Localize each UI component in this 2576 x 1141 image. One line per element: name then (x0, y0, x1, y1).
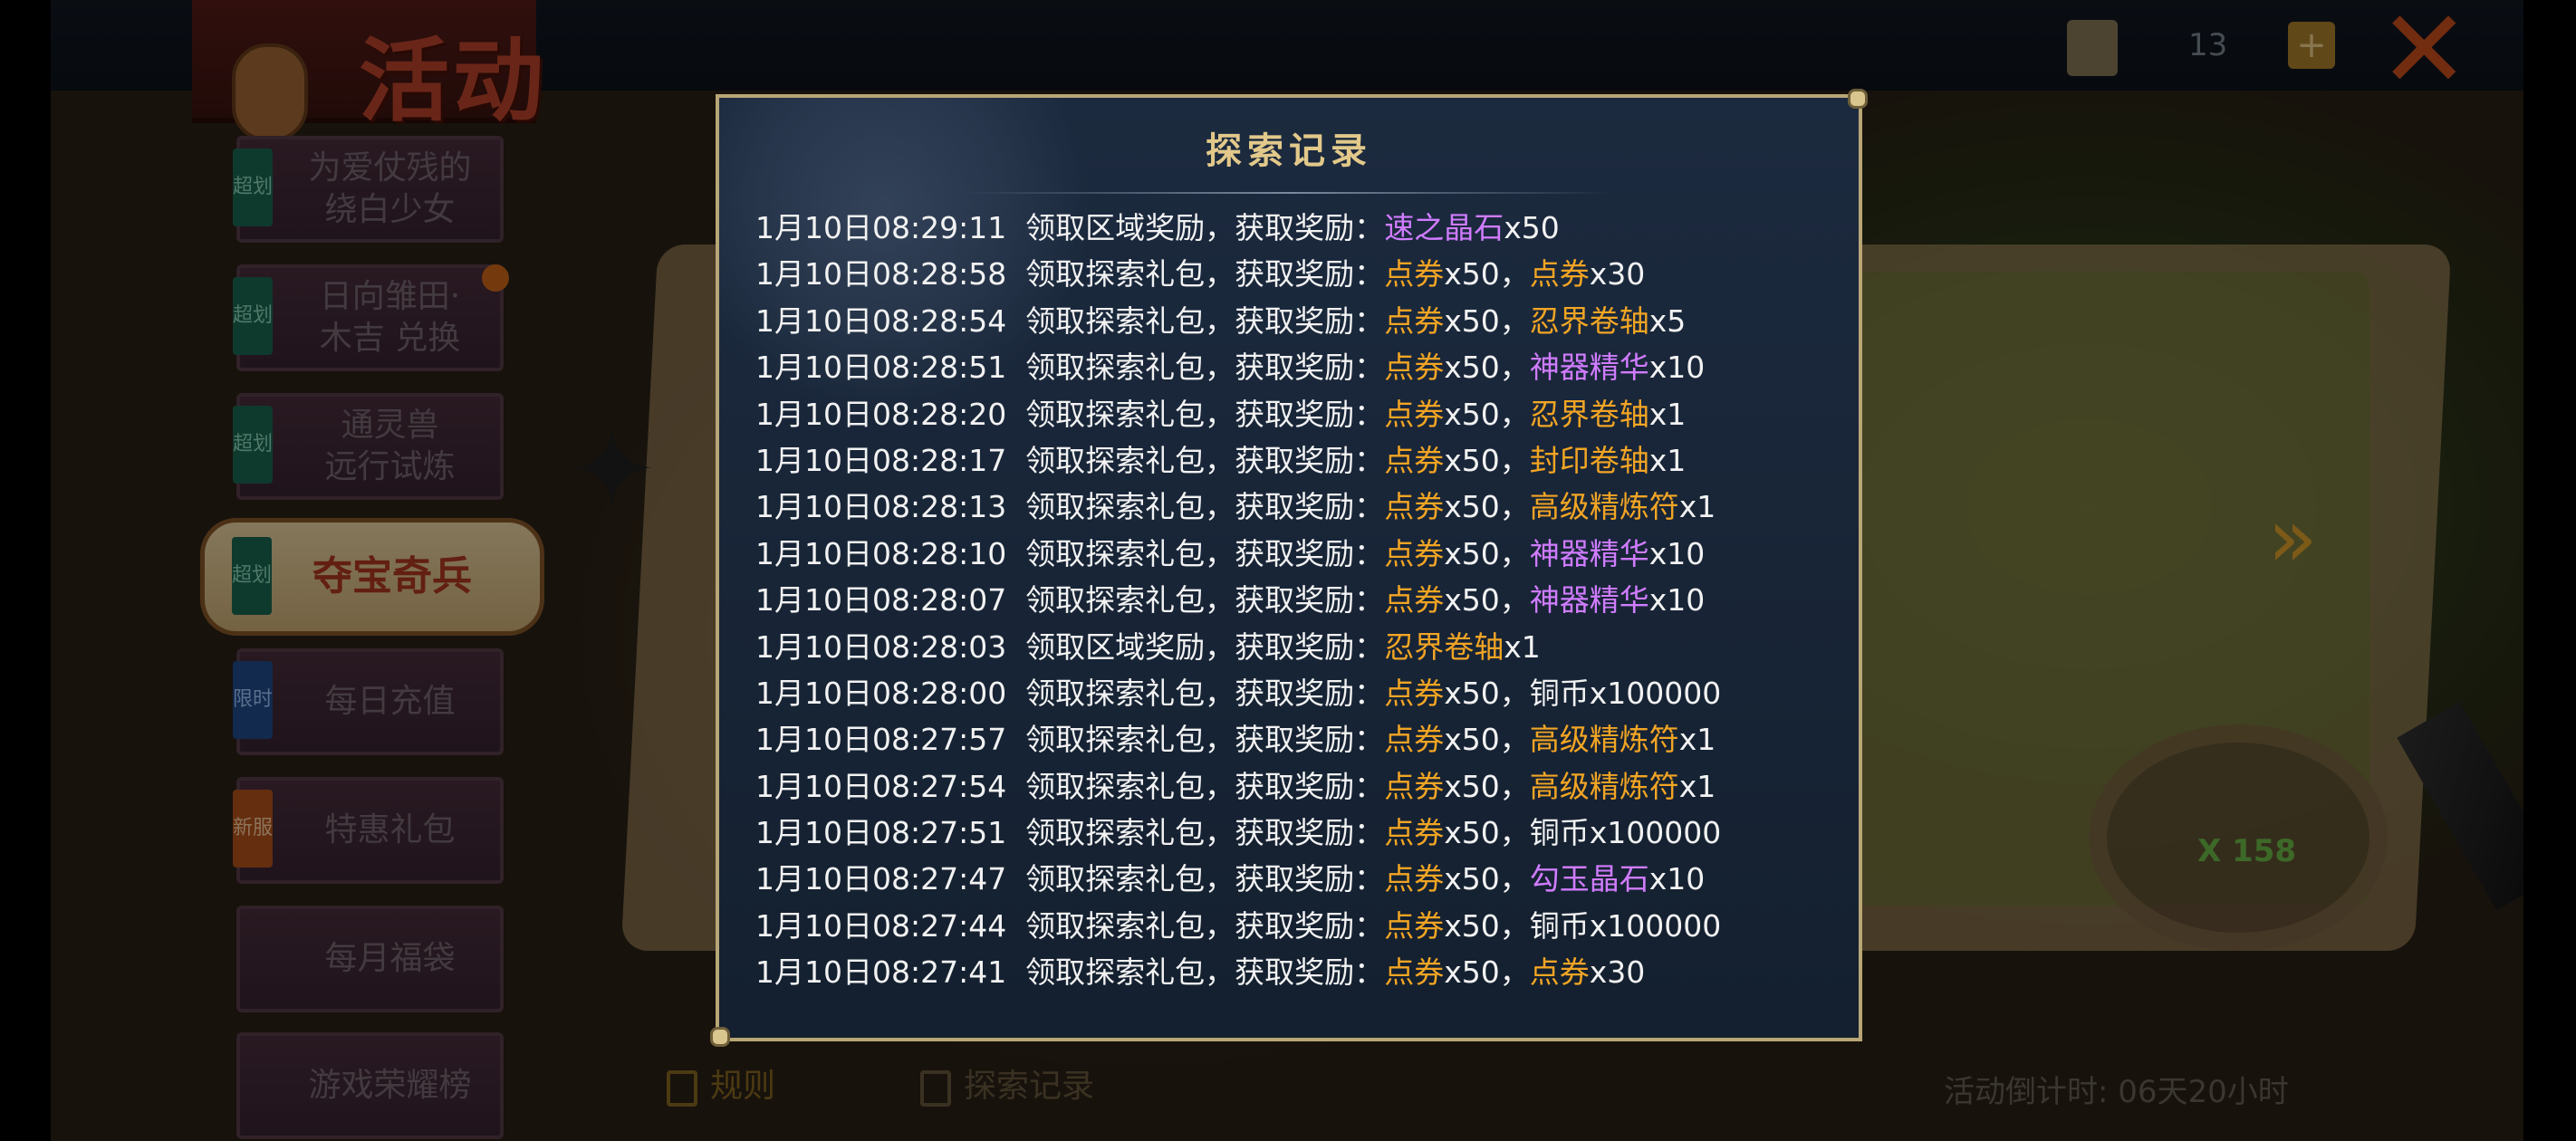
log-text: 1月10日08:28:07 领取探索礼包，获取奖励： (755, 582, 1385, 618)
log-row: 1月10日08:29:11 领取区域奖励，获取奖励：速之晶石x50 (755, 205, 1833, 251)
log-text: x50， (1444, 302, 1530, 339)
log-text: 1月10日08:27:51 领取探索礼包，获取奖励： (755, 815, 1385, 851)
log-row: 1月10日08:27:41 领取探索礼包，获取奖励：点券x50，点券x30 (755, 949, 1833, 995)
reward-item-name: 高级精炼符 (1529, 768, 1679, 804)
log-row: 1月10日08:28:20 领取探索礼包，获取奖励：点券x50，忍界卷轴x1 (755, 391, 1833, 437)
log-text: x50， (1444, 256, 1530, 292)
log-text: x50，铜币x100000 (1444, 907, 1722, 944)
log-row: 1月10日08:28:00 领取探索礼包，获取奖励：点券x50，铜币x10000… (755, 670, 1833, 716)
log-text: 1月10日08:28:54 领取探索礼包，获取奖励： (755, 302, 1385, 339)
reward-item-name: 神器精华 (1529, 350, 1649, 386)
log-text: x5 (1648, 302, 1687, 339)
reward-item-name: 忍界卷轴 (1384, 628, 1504, 665)
reward-item-name: 神器精华 (1529, 582, 1649, 618)
log-row: 1月10日08:28:03 领取区域奖励，获取奖励：忍界卷轴x1 (755, 624, 1833, 670)
reward-item-name: 点券 (1384, 954, 1445, 991)
log-row: 1月10日08:27:54 领取探索礼包，获取奖励：点券x50，高级精炼符x1 (755, 763, 1833, 810)
reward-item-name: 速之晶石 (1384, 210, 1504, 245)
log-row: 1月10日08:27:44 领取探索礼包，获取奖励：点券x50，铜币x10000… (755, 903, 1833, 949)
reward-item-name: 勾玉晶石 (1529, 861, 1649, 897)
reward-item-name: 点券 (1384, 535, 1445, 571)
reward-item-name: 高级精炼符 (1529, 722, 1679, 758)
log-text: x50 (1504, 210, 1560, 245)
log-text: x1 (1678, 722, 1716, 758)
log-text: x50， (1444, 442, 1530, 478)
dialog-title: 探索记录 (1206, 129, 1372, 172)
log-list[interactable]: 1月10日08:29:11 领取区域奖励，获取奖励：速之晶石x50 1月10日08… (755, 205, 1833, 1002)
log-text: 1月10日08:27:57 领取探索礼包，获取奖励： (755, 722, 1385, 758)
log-text: x1 (1648, 442, 1687, 478)
log-row: 1月10日08:27:38 领取探索礼包，获取奖励：点券x50，铜币x10000… (755, 996, 1833, 1002)
log-text: x50， (1444, 396, 1530, 432)
reward-item-name: 点券 (1529, 256, 1590, 292)
log-text: 1月10日08:28:51 领取探索礼包，获取奖励： (755, 350, 1385, 386)
log-row: 1月10日08:27:57 领取探索礼包，获取奖励：点券x50，高级精炼符x1 (755, 716, 1833, 762)
log-text: x10 (1648, 535, 1706, 571)
reward-item-name: 点券 (1384, 442, 1445, 478)
log-text: 1月10日08:28:58 领取探索礼包，获取奖励： (755, 256, 1385, 292)
reward-item-name: 点券 (1384, 350, 1445, 386)
log-row: 1月10日08:27:51 领取探索礼包，获取奖励：点券x50，铜币x10000… (755, 810, 1833, 856)
log-text: 1月10日08:28:03 领取区域奖励，获取奖励： (755, 628, 1385, 665)
log-row: 1月10日08:28:07 领取探索礼包，获取奖励：点券x50，神器精华x10 (755, 577, 1833, 623)
reward-item-name: 忍界卷轴 (1529, 302, 1649, 339)
log-text: x1 (1678, 489, 1716, 525)
log-text: x50， (1444, 954, 1530, 991)
log-text: x50，铜币x100000 (1444, 815, 1722, 851)
reward-item-name: 点券 (1384, 722, 1445, 758)
log-text: 1月10日08:27:47 领取探索礼包，获取奖励： (755, 861, 1385, 897)
reward-item-name: 神器精华 (1529, 535, 1649, 571)
reward-item-name: 点券 (1384, 675, 1445, 711)
log-text: x1 (1648, 396, 1687, 432)
log-text: x50， (1444, 489, 1530, 525)
title-divider (964, 192, 1614, 194)
corner-ornament (1848, 89, 1868, 109)
log-row: 1月10日08:28:54 领取探索礼包，获取奖励：点券x50，忍界卷轴x5 (755, 298, 1833, 344)
log-text: x1 (1678, 768, 1716, 804)
reward-item-name: 高级精炼符 (1529, 489, 1679, 525)
log-text: x50， (1444, 582, 1530, 618)
log-text: x50， (1444, 350, 1530, 386)
reward-item-name: 点券 (1384, 396, 1445, 432)
reward-item-name: 点券 (1384, 861, 1445, 897)
log-text: 1月10日08:28:17 领取探索礼包，获取奖励： (755, 442, 1385, 478)
log-row: 1月10日08:28:13 领取探索礼包，获取奖励：点券x50，高级精炼符x1 (755, 484, 1833, 530)
explore-log-dialog: 探索记录 1月10日08:29:11 领取区域奖励，获取奖励：速之晶石x50 1月… (710, 89, 1868, 1047)
log-text: x50，铜币x100000 (1444, 675, 1722, 711)
log-text: 1月10日08:27:44 领取探索礼包，获取奖励： (755, 907, 1385, 944)
log-text: 1月10日08:28:20 领取探索礼包，获取奖励： (755, 396, 1385, 432)
log-text: x50， (1444, 722, 1530, 758)
reward-item-name: 点券 (1384, 489, 1445, 525)
log-text: x10 (1648, 861, 1706, 897)
reward-item-name: 点券 (1384, 302, 1445, 339)
reward-item-name: 点券 (1529, 954, 1590, 991)
log-text: x1 (1504, 628, 1541, 665)
log-text: 1月10日08:27:41 领取探索礼包，获取奖励： (755, 954, 1385, 991)
log-text: x50， (1444, 768, 1530, 804)
log-text: 1月10日08:28:00 领取探索礼包，获取奖励： (755, 675, 1385, 711)
log-text: x50， (1444, 861, 1530, 897)
log-text: 1月10日08:28:10 领取探索礼包，获取奖励： (755, 535, 1385, 571)
log-text: x10 (1648, 582, 1706, 618)
reward-item-name: 点券 (1384, 907, 1445, 944)
log-row: 1月10日08:28:10 领取探索礼包，获取奖励：点券x50，神器精华x10 (755, 531, 1833, 577)
log-text: 1月10日08:29:11 领取区域奖励，获取奖励： (755, 210, 1385, 245)
log-row: 1月10日08:28:51 领取探索礼包，获取奖励：点券x50，神器精华x10 (755, 344, 1833, 390)
log-text: 1月10日08:28:13 领取探索礼包，获取奖励： (755, 489, 1385, 525)
log-row: 1月10日08:27:47 领取探索礼包，获取奖励：点券x50，勾玉晶石x10 (755, 856, 1833, 902)
log-text: x30 (1589, 954, 1646, 991)
reward-item-name: 忍界卷轴 (1529, 396, 1649, 432)
log-row: 1月10日08:28:17 领取探索礼包，获取奖励：点券x50，封印卷轴x1 (755, 437, 1833, 484)
reward-item-name: 点券 (1384, 256, 1445, 292)
reward-item-name: 点券 (1384, 582, 1445, 618)
corner-ornament (710, 1027, 730, 1047)
log-text: x50， (1444, 535, 1530, 571)
reward-item-name: 点券 (1384, 815, 1445, 851)
log-text: x10 (1648, 350, 1706, 386)
log-text: x30 (1589, 256, 1646, 292)
reward-item-name: 封印卷轴 (1529, 442, 1649, 478)
log-row: 1月10日08:28:58 领取探索礼包，获取奖励：点券x50，点券x30 (755, 251, 1833, 297)
reward-item-name: 点券 (1384, 768, 1445, 804)
log-text: 1月10日08:27:54 领取探索礼包，获取奖励： (755, 768, 1385, 804)
